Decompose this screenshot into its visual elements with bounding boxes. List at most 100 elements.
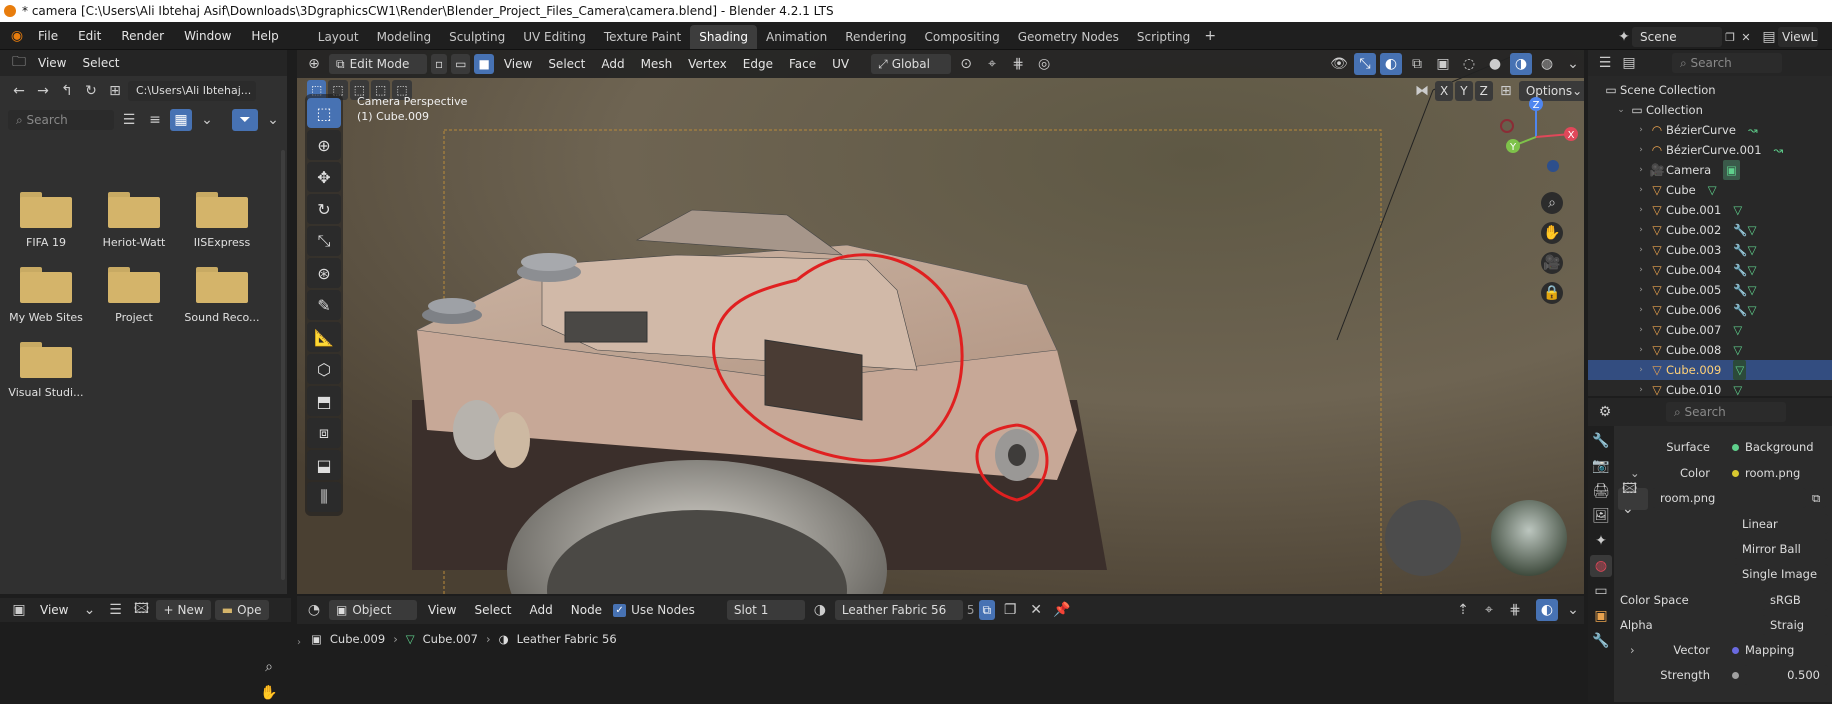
- axis-z-button[interactable]: Z: [1474, 81, 1493, 101]
- slot-dropdown[interactable]: Slot 1: [726, 600, 805, 620]
- viewport-menu-face[interactable]: Face: [783, 50, 822, 78]
- bevel-tool[interactable]: ⬓: [307, 450, 341, 480]
- expand-icon[interactable]: ›: [1634, 380, 1648, 400]
- solid-shading-icon[interactable]: ●: [1484, 53, 1506, 75]
- tab-geometry-nodes[interactable]: Geometry Nodes: [1009, 25, 1128, 49]
- viewport-menu-mesh[interactable]: Mesh: [635, 50, 679, 78]
- menu-file[interactable]: File: [28, 22, 68, 50]
- node-overlay-dropdown-icon[interactable]: ⌄: [1562, 599, 1584, 621]
- outliner-item[interactable]: › ▽ Cube.010 ▽: [1602, 380, 1832, 400]
- proportional-edit-icon[interactable]: ◎: [1033, 53, 1055, 75]
- modifier-tab-icon[interactable]: 🔧: [1590, 630, 1612, 652]
- new-scene-icon[interactable]: ❐: [1722, 26, 1738, 48]
- image-browse-icon[interactable]: 🖾⌄: [1618, 481, 1648, 517]
- scene-name-field[interactable]: Scene: [1632, 27, 1722, 47]
- properties-search-input[interactable]: ⌕ Search: [1666, 402, 1786, 422]
- zoom-view-icon[interactable]: ⌕: [1541, 192, 1563, 214]
- extrude-tool[interactable]: ⬒: [307, 386, 341, 416]
- image-browse-icon[interactable]: 🖾: [130, 599, 152, 621]
- file-menu-select[interactable]: Select: [74, 50, 127, 76]
- annotate-tool[interactable]: ✎: [307, 290, 341, 320]
- viewport-menu-add[interactable]: Add: [595, 50, 630, 78]
- face-select-button[interactable]: ■: [474, 54, 494, 74]
- expand-icon[interactable]: ›: [1634, 260, 1648, 280]
- folder-item[interactable]: IISExpress: [178, 158, 266, 249]
- image-unlink-icon[interactable]: ⧉: [1810, 488, 1826, 508]
- outliner-item[interactable]: › ◠ BézierCurve.001 ↝: [1602, 140, 1832, 160]
- tab-sculpting[interactable]: Sculpting: [440, 25, 514, 49]
- alpha-dropdown[interactable]: Straig: [1762, 615, 1828, 635]
- tab-rendering[interactable]: Rendering: [836, 25, 915, 49]
- expand-icon[interactable]: ›: [1634, 340, 1648, 360]
- tab-scripting[interactable]: Scripting: [1128, 25, 1199, 49]
- expand-icon[interactable]: ›: [1634, 300, 1648, 320]
- vector-value[interactable]: Mapping: [1732, 639, 1794, 661]
- object-tab-icon[interactable]: ▣: [1590, 605, 1612, 627]
- new-image-button[interactable]: + New: [156, 600, 211, 620]
- cursor-tool[interactable]: ⊕: [307, 130, 341, 160]
- shader-type-dropdown[interactable]: ▣ Object: [329, 600, 417, 620]
- expand-icon[interactable]: ›: [1634, 360, 1648, 380]
- snap-target-icon[interactable]: ⋕: [1007, 53, 1029, 75]
- delete-scene-icon[interactable]: ✕: [1738, 26, 1754, 48]
- lock-camera-icon[interactable]: 🔒: [1541, 282, 1563, 304]
- image-view-dropdown-icon[interactable]: ⌄: [78, 599, 100, 621]
- expand-icon[interactable]: ›: [1634, 220, 1648, 240]
- sidebar-toggle-icon[interactable]: ›: [297, 637, 305, 657]
- snap-icon[interactable]: ⌖: [981, 53, 1003, 75]
- expand-icon[interactable]: ›: [1634, 160, 1648, 180]
- pivot-icon[interactable]: ⊙: [955, 53, 977, 75]
- viewport-menu-vertex[interactable]: Vertex: [682, 50, 733, 78]
- shader-menu-add[interactable]: Add: [523, 596, 560, 624]
- outliner-search-input[interactable]: ⌕ Search: [1672, 53, 1782, 73]
- tab-animation[interactable]: Animation: [757, 25, 836, 49]
- duplicate-material-icon[interactable]: ❐: [999, 599, 1021, 621]
- image-editor-type-icon[interactable]: ▣: [8, 599, 30, 621]
- shader-menu-select[interactable]: Select: [467, 596, 518, 624]
- menu-help[interactable]: Help: [241, 22, 288, 50]
- view-layer-field[interactable]: ViewL: [1778, 27, 1818, 47]
- file-browser-scrollbar[interactable]: [281, 150, 285, 580]
- output-tab-icon[interactable]: 🖨: [1590, 480, 1612, 502]
- thumbnail-view-icon[interactable]: ▦: [170, 109, 192, 131]
- filter-icon[interactable]: ⏷: [232, 109, 258, 131]
- folder-item[interactable]: My Web Sites: [2, 267, 90, 324]
- material-browse-icon[interactable]: ◑: [809, 599, 831, 621]
- filter-dropdown-icon[interactable]: ⌄: [262, 109, 284, 131]
- rotate-tool[interactable]: ↻: [307, 194, 341, 224]
- snap-options-icon[interactable]: ⋕: [1504, 599, 1526, 621]
- folder-item[interactable]: Heriot-Watt: [90, 158, 178, 249]
- add-workspace-icon[interactable]: +: [1199, 25, 1221, 47]
- tab-modeling[interactable]: Modeling: [368, 25, 441, 49]
- orientation-dropdown[interactable]: ⤢ Global: [871, 54, 952, 74]
- expand-icon[interactable]: ›: [1634, 320, 1648, 340]
- overlay-toggle-icon[interactable]: ◐: [1380, 53, 1402, 75]
- use-nodes-checkbox[interactable]: ✓ Use Nodes: [613, 603, 695, 617]
- collection-row[interactable]: ⌄ ▭ Collection: [1602, 100, 1832, 120]
- camera-view-icon[interactable]: 🎥: [1541, 252, 1563, 274]
- expand-icon[interactable]: ›: [1634, 200, 1648, 220]
- hamburger-icon[interactable]: ☰: [104, 599, 126, 621]
- parent-node-tree-icon[interactable]: ⇡: [1452, 599, 1474, 621]
- navigation-gizmo[interactable]: Z X Y: [1493, 94, 1579, 180]
- world-tab-icon[interactable]: ◍: [1590, 555, 1612, 577]
- color-space-dropdown[interactable]: sRGB: [1762, 590, 1828, 610]
- projection-dropdown[interactable]: Mirror Ball: [1734, 539, 1828, 559]
- outliner-item[interactable]: › ▽ Cube.005 🔧 ▽: [1602, 280, 1832, 300]
- select-box-tool[interactable]: ⬚: [307, 98, 341, 128]
- node-overlay-icon[interactable]: ◐: [1536, 599, 1558, 621]
- back-icon[interactable]: ←: [8, 80, 30, 102]
- expand-icon[interactable]: ›: [1634, 120, 1648, 140]
- expand-icon[interactable]: ›: [1634, 180, 1648, 200]
- fake-user-icon[interactable]: ⧉: [978, 600, 996, 620]
- unlink-material-icon[interactable]: ✕: [1025, 599, 1047, 621]
- viewport-menu-select[interactable]: Select: [542, 50, 591, 78]
- mesh-edit-overlay-icon[interactable]: ⧉: [1406, 53, 1428, 75]
- mirror-icon[interactable]: ⧓: [1411, 80, 1433, 102]
- display-dropdown-icon[interactable]: ⌄: [196, 109, 218, 131]
- axis-x-button[interactable]: X: [1435, 81, 1454, 101]
- list-view-icon[interactable]: ☰: [118, 109, 140, 131]
- expand-icon[interactable]: ›: [1634, 240, 1648, 260]
- outliner-type-icon[interactable]: ☰: [1594, 52, 1616, 74]
- menu-edit[interactable]: Edit: [68, 22, 111, 50]
